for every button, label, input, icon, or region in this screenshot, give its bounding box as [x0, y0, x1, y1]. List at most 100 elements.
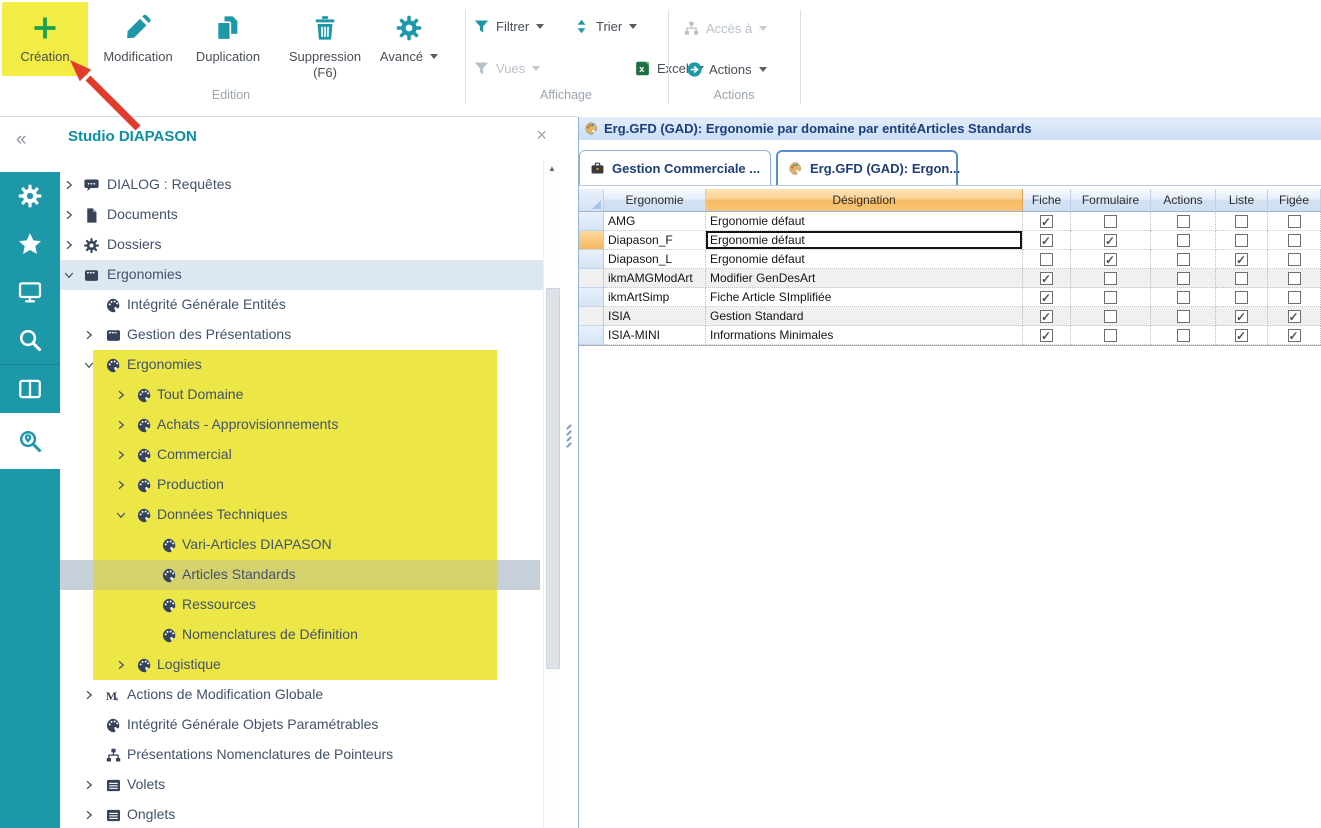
cell-liste[interactable]: ✓: [1216, 250, 1268, 269]
chevron-right-icon[interactable]: [115, 449, 127, 461]
tree-scrollbar[interactable]: ▲: [543, 160, 560, 828]
cell-designation[interactable]: Gestion Standard: [706, 307, 1023, 326]
cell-formulaire[interactable]: [1071, 307, 1151, 326]
checkbox-unchecked[interactable]: [1177, 291, 1190, 304]
chevron-right-icon[interactable]: [63, 179, 75, 191]
cell-figee[interactable]: [1268, 288, 1321, 307]
cell-fiche[interactable]: ✓: [1023, 231, 1071, 250]
checkbox-checked[interactable]: ✓: [1104, 234, 1117, 247]
checkbox-unchecked[interactable]: [1104, 291, 1117, 304]
chevron-right-icon[interactable]: [63, 239, 75, 251]
table-row-amg[interactable]: AMGErgonomie défaut✓: [579, 212, 1321, 231]
checkbox-checked[interactable]: ✓: [1235, 253, 1248, 266]
cell-fiche[interactable]: ✓: [1023, 307, 1071, 326]
cell-ergonomie[interactable]: AMG: [604, 212, 706, 231]
tree-item-ressources[interactable]: Ressources: [60, 590, 543, 620]
chevron-right-icon[interactable]: [63, 209, 75, 221]
scroll-up-icon[interactable]: ▲: [544, 162, 560, 176]
checkbox-unchecked[interactable]: [1104, 310, 1117, 323]
checkbox-checked[interactable]: ✓: [1040, 272, 1053, 285]
column-header-formulaire[interactable]: Formulaire: [1071, 189, 1151, 212]
cell-fiche[interactable]: [1023, 250, 1071, 269]
cell-liste[interactable]: ✓: [1216, 307, 1268, 326]
cell-fiche[interactable]: ✓: [1023, 212, 1071, 231]
tree-item-dialog-requ-tes[interactable]: DIALOG : Requêtes: [60, 170, 543, 200]
chevron-right-icon[interactable]: [115, 659, 127, 671]
cell-fiche[interactable]: ✓: [1023, 269, 1071, 288]
column-header-liste[interactable]: Liste: [1216, 189, 1268, 212]
column-header-désignation[interactable]: Désignation: [706, 189, 1023, 212]
cell-figee[interactable]: [1268, 212, 1321, 231]
cell-designation[interactable]: Ergonomie défaut: [706, 250, 1023, 269]
tree-item-gestion-des-pr-sentations[interactable]: Gestion des Présentations: [60, 320, 543, 350]
tree-item-onglets[interactable]: Onglets: [60, 800, 543, 828]
cell-figee[interactable]: [1268, 250, 1321, 269]
checkbox-checked[interactable]: ✓: [1040, 215, 1053, 228]
tree-item-nomenclatures-de-d-finition[interactable]: Nomenclatures de Définition: [60, 620, 543, 650]
table-row-diapason_f[interactable]: Diapason_FErgonomie défaut✓✓: [579, 231, 1321, 250]
ribbon-button-cr-ation[interactable]: Création: [2, 2, 88, 76]
tree-item-int-grit-g-n-rale-objets-param-trables[interactable]: Intégrité Générale Objets Paramétrables: [60, 710, 543, 740]
checkbox-unchecked[interactable]: [1235, 272, 1248, 285]
cell-formulaire[interactable]: ✓: [1071, 250, 1151, 269]
ribbon-button-actions[interactable]: Actions: [686, 57, 767, 81]
tree-item-dossiers[interactable]: Dossiers: [60, 230, 543, 260]
row-selector-cell[interactable]: [579, 250, 604, 269]
tree-item-vari-articles-diapason[interactable]: Vari-Articles DIAPASON: [60, 530, 543, 560]
cell-actions[interactable]: [1151, 250, 1216, 269]
cell-formulaire[interactable]: [1071, 326, 1151, 345]
tree-item-articles-standards[interactable]: Articles Standards: [60, 560, 543, 590]
checkbox-unchecked[interactable]: [1288, 253, 1301, 266]
cell-actions[interactable]: [1151, 231, 1216, 250]
cell-actions[interactable]: [1151, 212, 1216, 231]
tree-item-logistique[interactable]: Logistique: [60, 650, 543, 680]
checkbox-unchecked[interactable]: [1177, 329, 1190, 342]
sidebar-item-screens[interactable]: [0, 268, 60, 316]
row-selector-cell[interactable]: [579, 212, 604, 231]
checkbox-unchecked[interactable]: [1288, 291, 1301, 304]
cell-designation[interactable]: Fiche Article SImplifiée: [706, 288, 1023, 307]
cell-designation[interactable]: Informations Minimales: [706, 326, 1023, 345]
cell-figee[interactable]: ✓: [1268, 326, 1321, 345]
checkbox-checked[interactable]: ✓: [1104, 253, 1117, 266]
chevron-right-icon[interactable]: [83, 689, 95, 701]
checkbox-unchecked[interactable]: [1104, 272, 1117, 285]
tree-item-donn-es-techniques[interactable]: Données Techniques: [60, 500, 543, 530]
cell-ergonomie[interactable]: ikmArtSimp: [604, 288, 706, 307]
checkbox-checked[interactable]: ✓: [1235, 329, 1248, 342]
select-all-header-cell[interactable]: [579, 189, 604, 212]
cell-designation[interactable]: Ergonomie défaut: [706, 231, 1023, 250]
checkbox-checked[interactable]: ✓: [1288, 310, 1301, 323]
table-row-diapason_l[interactable]: Diapason_LErgonomie défaut ✓ ✓: [579, 250, 1321, 269]
checkbox-checked[interactable]: ✓: [1040, 310, 1053, 323]
cell-figee[interactable]: [1268, 269, 1321, 288]
row-selector-cell[interactable]: [579, 326, 604, 345]
tab-gestion-commerciale-[interactable]: Gestion Commerciale ...: [579, 150, 771, 185]
tree-item-ergonomies[interactable]: Ergonomies: [60, 260, 543, 290]
checkbox-unchecked[interactable]: [1177, 253, 1190, 266]
cell-formulaire[interactable]: [1071, 288, 1151, 307]
checkbox-unchecked[interactable]: [1177, 310, 1190, 323]
tree-item-tout-domaine[interactable]: Tout Domaine: [60, 380, 543, 410]
sidebar-item-advanced-search[interactable]: [0, 413, 60, 469]
sidebar-item-favorites[interactable]: [0, 220, 60, 268]
checkbox-unchecked[interactable]: [1288, 272, 1301, 285]
collapse-sidebar-button[interactable]: «: [16, 131, 27, 149]
sidebar-item-search[interactable]: [0, 316, 60, 364]
cell-ergonomie[interactable]: Diapason_L: [604, 250, 706, 269]
column-header-figée[interactable]: Figée: [1268, 189, 1321, 212]
tree-item-achats-approvisionnements[interactable]: Achats - Approvisionnements: [60, 410, 543, 440]
cell-actions[interactable]: [1151, 288, 1216, 307]
checkbox-unchecked[interactable]: [1104, 329, 1117, 342]
checkbox-unchecked[interactable]: [1288, 234, 1301, 247]
checkbox-checked[interactable]: ✓: [1288, 329, 1301, 342]
chevron-down-icon[interactable]: [63, 269, 75, 281]
cell-fiche[interactable]: ✓: [1023, 326, 1071, 345]
panel-splitter[interactable]: [564, 424, 574, 450]
checkbox-checked[interactable]: ✓: [1235, 310, 1248, 323]
row-selector-cell[interactable]: [579, 231, 604, 250]
scrollbar-thumb[interactable]: [546, 288, 560, 669]
chevron-right-icon[interactable]: [115, 389, 127, 401]
cell-ergonomie[interactable]: ikmAMGModArt: [604, 269, 706, 288]
checkbox-checked[interactable]: ✓: [1040, 234, 1053, 247]
